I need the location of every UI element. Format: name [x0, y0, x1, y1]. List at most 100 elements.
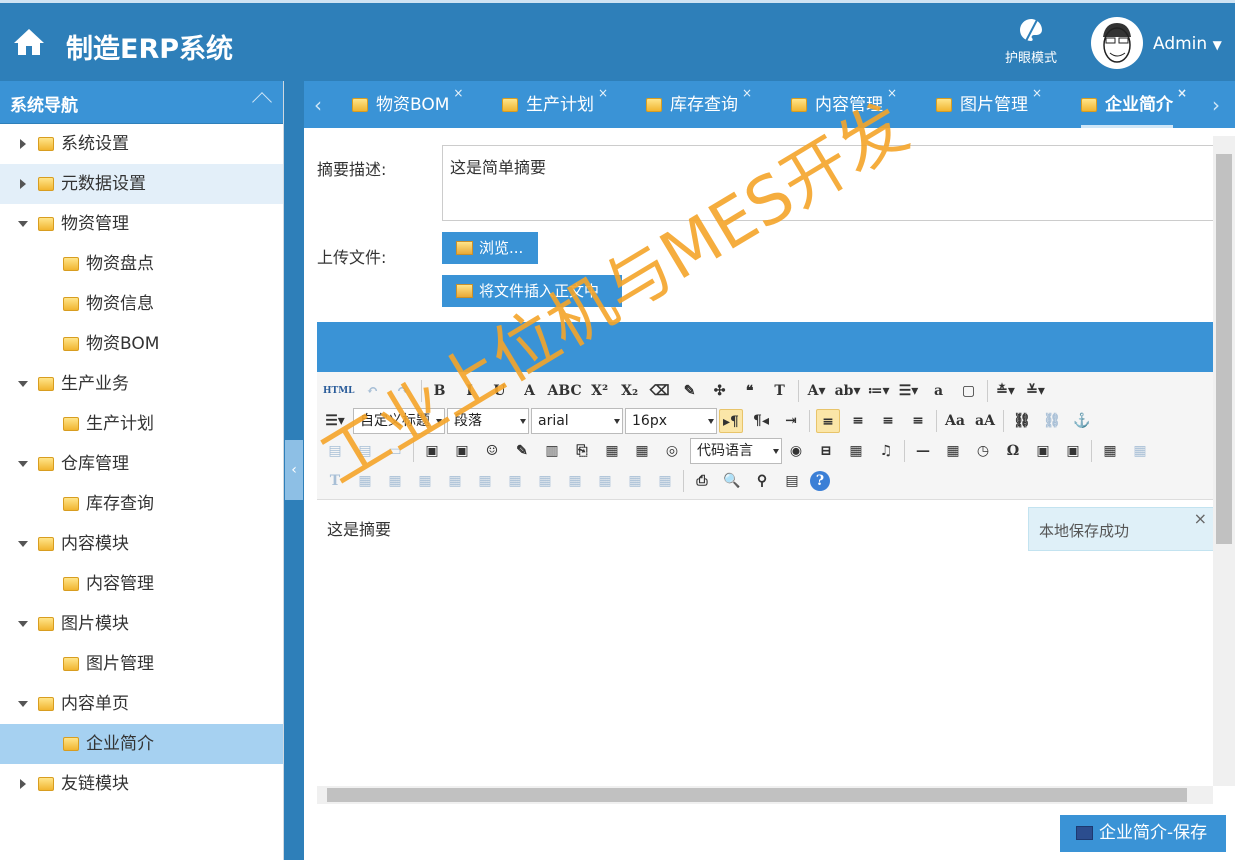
merge-cells-icon[interactable]: ▦ [473, 469, 497, 493]
horizontal-scrollbar[interactable] [317, 786, 1213, 804]
clear-doc-icon[interactable]: ▢ [957, 379, 981, 403]
sidebar-item[interactable]: 内容单页 [0, 684, 283, 724]
snap-icon[interactable]: ▣ [1031, 439, 1055, 463]
collapse-arrow-icon[interactable] [18, 221, 28, 227]
collapse-arrow-icon[interactable] [18, 621, 28, 627]
tab-close-icon[interactable]: × [453, 69, 463, 117]
date-icon[interactable]: ▦ [941, 439, 965, 463]
tab-close-icon[interactable]: × [742, 69, 752, 117]
sidebar-item[interactable]: 图片模块 [0, 604, 283, 644]
tab[interactable]: 内容管理 × [791, 81, 897, 128]
superscript-icon[interactable]: X² [588, 379, 612, 403]
expand-arrow-icon[interactable] [20, 139, 26, 149]
word-image-icon[interactable]: ▣ [1061, 439, 1085, 463]
music-icon[interactable]: ♫ [874, 439, 898, 463]
scroll-thumb[interactable] [327, 788, 1187, 802]
page-break-icon[interactable]: ◉ [784, 439, 808, 463]
sidebar-item[interactable]: 生产计划 [0, 404, 283, 444]
toolbar-select[interactable]: 代码语言 [690, 438, 782, 464]
user-menu[interactable]: Admin ▼ [1153, 34, 1222, 54]
bold-icon[interactable]: B [428, 379, 452, 403]
font-color-icon[interactable]: A▾ [805, 379, 829, 403]
merge-down-icon[interactable]: ▦ [533, 469, 557, 493]
gmap-icon[interactable]: ▦ [630, 439, 654, 463]
ordered-list-icon[interactable]: ≔▾ [867, 379, 891, 403]
unordered-list-icon[interactable]: ☰▾ [897, 379, 921, 403]
collapse-arrow-icon[interactable] [18, 461, 28, 467]
undo-icon[interactable]: ↶ [361, 379, 385, 403]
toast-close-icon[interactable]: × [1194, 509, 1207, 528]
tab-close-icon[interactable]: × [887, 69, 897, 117]
expand-arrow-icon[interactable] [20, 179, 26, 189]
sidebar-item[interactable]: 仓库管理 [0, 444, 283, 484]
align-left-icon[interactable]: ≡ [816, 409, 840, 433]
tab-scroll-left-icon[interactable]: ‹ [314, 93, 322, 117]
indent-icon[interactable]: ⇥ [779, 409, 803, 433]
delete-row-icon[interactable]: ▦ [383, 469, 407, 493]
collapse-arrow-icon[interactable] [18, 541, 28, 547]
sidebar-item[interactable]: 生产业务 [0, 364, 283, 404]
ltr-icon[interactable]: ▸¶ [719, 409, 743, 433]
expand-arrow-icon[interactable] [20, 779, 26, 789]
sidebar-item[interactable]: 库存查询 [0, 484, 283, 524]
erase-icon[interactable]: ⌫ [648, 379, 672, 403]
row-spacing-top-icon[interactable]: ≛▾ [994, 379, 1018, 403]
select-all-icon[interactable]: a [927, 379, 951, 403]
tab[interactable]: 企业简介 × [1081, 81, 1187, 128]
save-button[interactable]: 企业简介-保存 [1060, 815, 1226, 852]
avatar[interactable] [1091, 17, 1143, 69]
sidebar-item[interactable]: 物资盘点 [0, 244, 283, 284]
tab-close-icon[interactable]: × [598, 69, 608, 117]
print-icon[interactable]: ⎙ [690, 469, 714, 493]
sidebar-item[interactable]: 物资BOM [0, 324, 283, 364]
align-center-icon[interactable]: ≡ [846, 409, 870, 433]
insert-file-button[interactable]: 将文件插入正文中 [442, 275, 622, 307]
auto-format-icon[interactable]: ✣ [708, 379, 732, 403]
anchor-icon[interactable]: ⚓ [1070, 409, 1094, 433]
subscript-icon[interactable]: X₂ [618, 379, 642, 403]
template-icon[interactable]: ⊟ [814, 439, 838, 463]
align-right-icon[interactable]: ≡ [876, 409, 900, 433]
tab[interactable]: 图片管理 × [936, 81, 1042, 128]
insert-video-icon[interactable]: ▥ [540, 439, 564, 463]
simple-upload-icon[interactable]: ▣ [420, 439, 444, 463]
image-left-icon[interactable]: ▤ [353, 439, 377, 463]
row-spacing-bottom-icon[interactable]: ≚▾ [1024, 379, 1048, 403]
background-icon[interactable]: ▦ [844, 439, 868, 463]
sidebar-item[interactable]: 友链模块 [0, 764, 283, 804]
insert-table-icon[interactable]: ▦ [1098, 439, 1122, 463]
unlink-icon[interactable]: ⛓ [1040, 409, 1064, 433]
line-height-icon[interactable]: ☰▾ [323, 409, 347, 433]
split-cells-icon[interactable]: ▦ [563, 469, 587, 493]
html-icon[interactable]: HTML [323, 379, 355, 403]
scroll-thumb[interactable] [1216, 154, 1232, 544]
toolbar-select[interactable]: 16px [625, 408, 717, 434]
sidebar-item[interactable]: 物资管理 [0, 204, 283, 244]
italic-icon[interactable]: I [458, 379, 482, 403]
tab[interactable]: 生产计划 × [502, 81, 608, 128]
eye-mode-button[interactable]: 护眼模式 [998, 17, 1064, 66]
tab[interactable]: 库存查询 × [646, 81, 752, 128]
justify-icon[interactable]: ≡ [906, 409, 930, 433]
toolbar-select[interactable]: 段落 [447, 408, 529, 434]
horizontal-icon[interactable]: — [911, 439, 935, 463]
format-brush-icon[interactable]: ✎ [678, 379, 702, 403]
insert-col-icon[interactable]: ▦ [413, 469, 437, 493]
background-color-icon[interactable]: ab▾ [835, 379, 861, 403]
emotion-icon[interactable]: ☺ [480, 439, 504, 463]
sidebar-item[interactable]: 内容模块 [0, 524, 283, 564]
collapse-arrow-icon[interactable] [18, 701, 28, 707]
search-replace-icon[interactable]: ⚲ [750, 469, 774, 493]
link-icon[interactable]: ⛓ [1010, 409, 1034, 433]
sidebar-item[interactable]: 图片管理 [0, 644, 283, 684]
sidebar-item[interactable]: 企业简介 [0, 724, 283, 764]
sidebar-item[interactable]: 元数据设置 [0, 164, 283, 204]
blockquote-icon[interactable]: ❝ [738, 379, 762, 403]
special-chars-icon[interactable]: Ω [1001, 439, 1025, 463]
sidebar-item[interactable]: 物资信息 [0, 284, 283, 324]
underline-icon[interactable]: U [488, 379, 512, 403]
rtl-icon[interactable]: ¶◂ [749, 409, 773, 433]
toolbar-select[interactable]: 自定义标题 [353, 408, 445, 434]
iframe-icon[interactable]: ◎ [660, 439, 684, 463]
redo-icon[interactable]: ↷ [391, 379, 415, 403]
